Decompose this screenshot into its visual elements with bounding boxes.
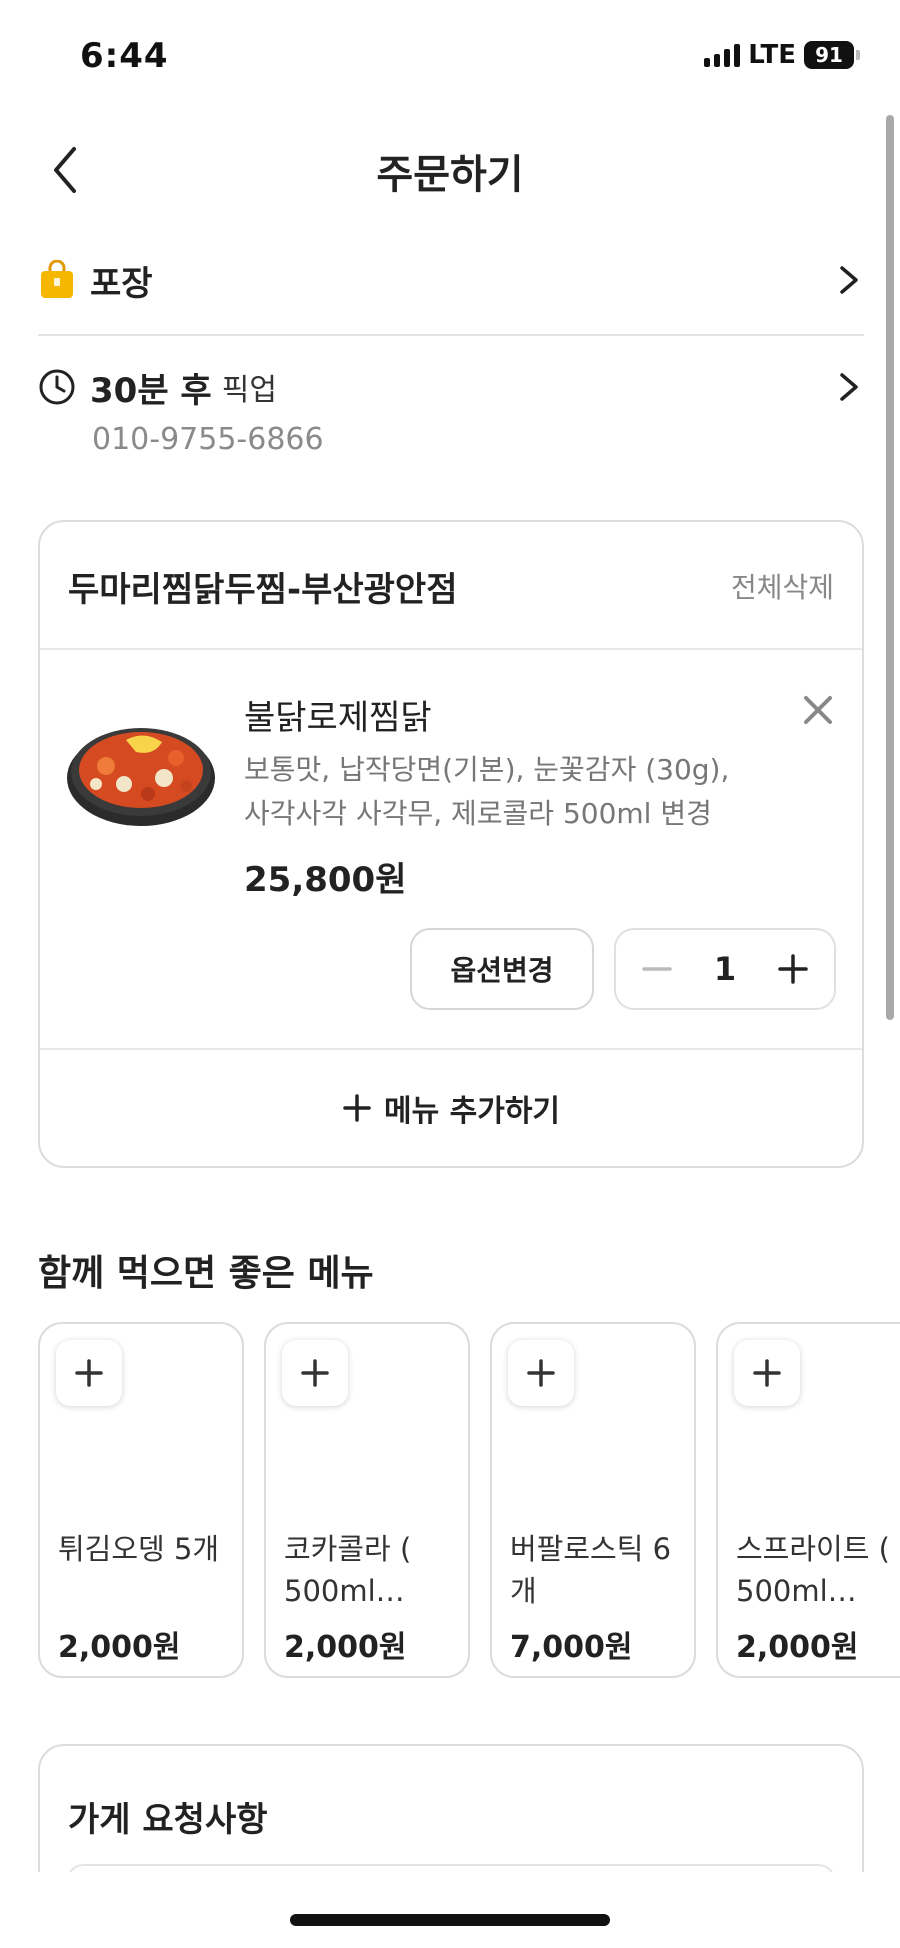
signal-icon <box>704 43 741 67</box>
order-type-row[interactable]: 포장 <box>38 250 864 310</box>
phone-number: 010-9755-6866 <box>92 422 324 457</box>
chevron-right-icon <box>840 373 858 401</box>
cart-card: 두마리찜닭두찜-부산광안점 전체삭제 불닭로제찜닭 보통맛, 납작당면(기본),… <box>38 520 864 1168</box>
delete-all-button[interactable]: 전체삭제 <box>731 566 834 606</box>
recommend-item-price: 7,000원 <box>510 1630 633 1665</box>
recommend-item-name: 코카콜라 ( 500ml… <box>284 1532 412 1608</box>
recommend-item-name: 스프라이트 ( 500ml… <box>736 1532 890 1608</box>
network-label: LTE <box>748 40 796 70</box>
recommend-title: 함께 먹으면 좋은 메뉴 <box>38 1253 374 1294</box>
home-indicator[interactable] <box>290 1914 610 1926</box>
minus-icon <box>642 967 672 971</box>
quantity-value: 1 <box>713 950 737 988</box>
plus-icon <box>343 1094 371 1122</box>
options-line: 사각사각 사각무, 제로콜라 500ml 변경 <box>244 797 712 830</box>
recommend-item-price: 2,000원 <box>284 1630 407 1665</box>
bottom-safe-area <box>0 1872 900 1948</box>
menu-item-price: 25,800원 <box>244 860 407 900</box>
recommend-card[interactable]: 버팔로스틱 6개 7,000원 <box>490 1322 696 1678</box>
pickup-time-row[interactable]: 30분 후 픽업 <box>38 362 864 412</box>
battery-icon: 91 <box>804 41 860 69</box>
add-item-button[interactable] <box>282 1340 348 1406</box>
plus-icon <box>301 1359 329 1387</box>
status-time: 6:44 <box>80 36 169 76</box>
plus-icon <box>778 954 808 984</box>
order-type-label: 포장 <box>90 263 153 304</box>
quantity-stepper: 1 <box>614 928 836 1010</box>
plus-icon <box>75 1359 103 1387</box>
battery-level: 91 <box>804 41 854 69</box>
recommend-card[interactable]: 스프라이트 ( 500ml… 2,000원 <box>716 1322 900 1678</box>
food-image <box>67 728 215 826</box>
add-menu-label: 메뉴 추가하기 <box>383 1094 561 1129</box>
pickup-suffix: 픽업 <box>221 373 277 408</box>
status-indicators: LTE 91 <box>704 40 860 70</box>
page-title: 주문하기 <box>376 152 524 198</box>
store-request-title: 가게 요청사항 <box>68 1800 268 1840</box>
pickup-time: 30분 후 <box>90 370 212 411</box>
increase-button[interactable] <box>768 944 818 994</box>
recommend-item-price: 2,000원 <box>736 1630 859 1665</box>
store-name: 두마리찜닭두찜-부산광안점 <box>68 570 458 610</box>
options-line: 보통맛, 납작당면(기본), 눈꽃감자 (30g), <box>244 753 730 786</box>
add-item-button[interactable] <box>508 1340 574 1406</box>
change-option-button[interactable]: 옵션변경 <box>410 928 594 1010</box>
scrollbar[interactable] <box>886 115 894 1020</box>
plus-icon <box>527 1359 555 1387</box>
recommend-card[interactable]: 코카콜라 ( 500ml… 2,000원 <box>264 1322 470 1678</box>
menu-item-options: 보통맛, 납작당면(기본), 눈꽃감자 (30g), 사각사각 사각무, 제로콜… <box>244 748 804 836</box>
clock-icon <box>39 369 75 405</box>
recommend-item-name: 버팔로스틱 6개 <box>510 1532 672 1608</box>
recommend-card[interactable]: 튀김오뎅 5개 2,000원 <box>38 1322 244 1678</box>
remove-item-icon[interactable] <box>800 692 836 728</box>
recommend-item-price: 2,000원 <box>58 1630 181 1665</box>
decrease-button[interactable] <box>632 944 682 994</box>
divider <box>40 1048 862 1050</box>
divider <box>40 648 862 650</box>
add-item-button[interactable] <box>56 1340 122 1406</box>
add-item-button[interactable] <box>734 1340 800 1406</box>
divider <box>38 334 864 336</box>
add-menu-button[interactable]: 메뉴 추가하기 <box>40 1052 862 1164</box>
recommend-item-name: 튀김오뎅 5개 <box>58 1532 220 1566</box>
plus-icon <box>753 1359 781 1387</box>
chevron-right-icon <box>840 266 858 294</box>
shopping-bag-icon <box>41 260 73 298</box>
menu-item-name: 불닭로제찜닭 <box>244 698 432 738</box>
